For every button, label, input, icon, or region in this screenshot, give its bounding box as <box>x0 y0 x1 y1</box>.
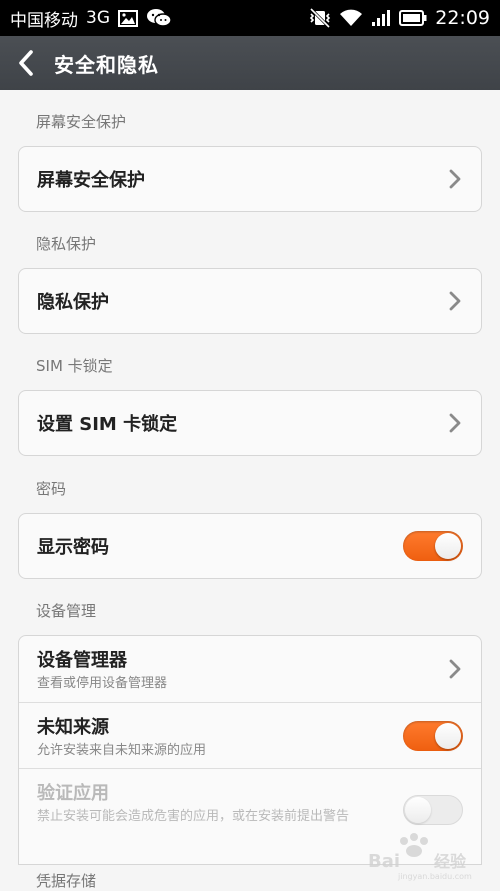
card-screen-lock: 屏幕安全保护 <box>18 146 482 212</box>
toggle-knob <box>435 722 461 749</box>
section-label-password: 密码 <box>36 480 67 498</box>
wechat-icon <box>146 8 172 28</box>
item-title: 屏幕安全保护 <box>37 170 145 191</box>
image-icon <box>118 9 138 27</box>
show-password-toggle[interactable] <box>403 531 463 561</box>
status-bar: 中国移动 3G 22:09 <box>0 0 500 36</box>
section-label-sim: SIM 卡锁定 <box>36 357 113 375</box>
chevron-right-icon <box>449 169 463 189</box>
section-label-privacy: 隐私保护 <box>36 235 97 253</box>
item-title: 显示密码 <box>37 537 109 558</box>
section-label-device-admin: 设备管理 <box>36 602 97 620</box>
item-subtitle: 允许安装来自未知来源的应用 <box>37 742 207 758</box>
signal-icon <box>371 9 391 27</box>
card-password: 显示密码 <box>18 513 482 579</box>
settings-item-show-password[interactable]: 显示密码 <box>19 514 481 578</box>
svg-text:经验: 经验 <box>434 852 467 871</box>
svg-text:Bai: Bai <box>368 851 400 872</box>
toggle-knob <box>405 797 431 823</box>
unknown-sources-toggle[interactable] <box>403 720 463 751</box>
item-subtitle: 禁止安装可能会造成危害的应用，或在安装前提出警告 <box>37 809 350 824</box>
item-title: 设备管理器 <box>37 650 127 671</box>
card-privacy: 隐私保护 <box>18 268 482 334</box>
settings-item-screen-lock[interactable]: 屏幕安全保护 <box>19 147 481 211</box>
settings-item-privacy[interactable]: 隐私保护 <box>19 269 481 333</box>
svg-text:jingyan.baidu.com: jingyan.baidu.com <box>397 872 472 881</box>
verify-apps-toggle <box>403 795 463 825</box>
toggle-knob <box>435 533 461 559</box>
wifi-icon <box>339 9 363 27</box>
section-label-credentials: 凭据存储 <box>36 872 97 890</box>
item-title: 隐私保护 <box>37 292 109 313</box>
item-title: 验证应用 <box>37 783 109 804</box>
settings-item-device-admins[interactable]: 设备管理器 查看或停用设备管理器 <box>19 636 481 702</box>
settings-item-sim-lock[interactable]: 设置 SIM 卡锁定 <box>19 391 481 455</box>
page-title: 安全和隐私 <box>54 52 159 77</box>
card-sim: 设置 SIM 卡锁定 <box>18 390 482 456</box>
settings-item-unknown-sources[interactable]: 未知来源 允许安装来自未知来源的应用 <box>19 702 481 768</box>
item-subtitle: 查看或停用设备管理器 <box>37 676 168 691</box>
clock-time: 22:09 <box>435 7 490 29</box>
chevron-right-icon <box>449 659 463 679</box>
network-type: 3G <box>86 8 110 28</box>
section-label-screen-lock: 屏幕安全保护 <box>36 113 127 131</box>
chevron-right-icon <box>449 413 463 433</box>
item-title: 设置 SIM 卡锁定 <box>37 414 178 435</box>
battery-icon <box>399 10 427 26</box>
chevron-left-icon[interactable] <box>18 48 40 78</box>
item-title: 未知来源 <box>37 716 109 738</box>
carrier-label: 中国移动 <box>10 10 78 31</box>
baidu-jingyan-watermark: Bai 经验 jingyan.baidu.com <box>364 831 484 881</box>
title-bar: 安全和隐私 <box>0 36 500 90</box>
vibrate-off-icon <box>309 8 331 28</box>
chevron-right-icon <box>449 291 463 311</box>
